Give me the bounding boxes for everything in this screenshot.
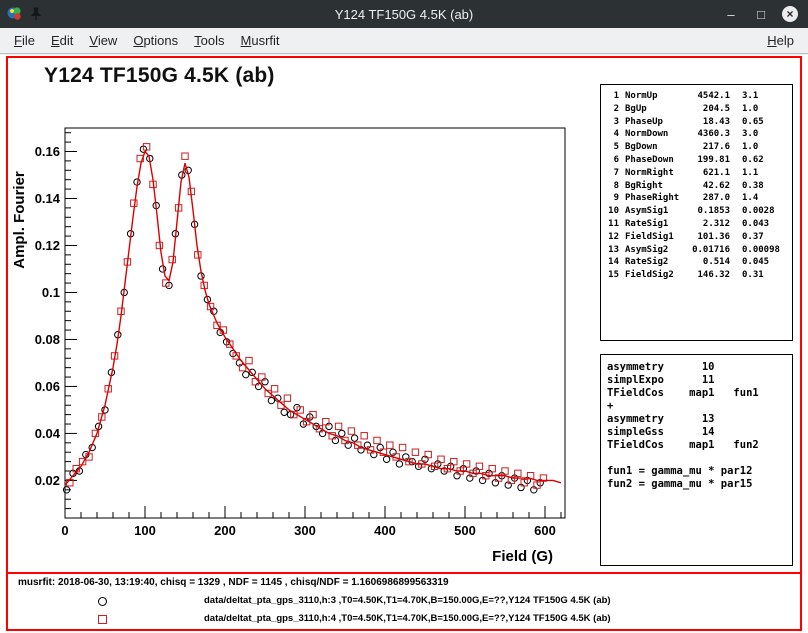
param-row: 14RateSig20.5140.045: [605, 256, 788, 269]
param-row: 13AsymSig20.017160.00098: [605, 244, 788, 257]
menu-edit[interactable]: Edit: [43, 30, 81, 51]
param-row: 6PhaseDown199.810.62: [605, 154, 788, 167]
param-row: 10AsymSig10.18530.0028: [605, 205, 788, 218]
theory-line: TFieldCos map1 fun2: [607, 439, 786, 452]
theory-line: [607, 452, 786, 465]
maximize-button[interactable]: □: [752, 5, 770, 23]
param-row: 8BgRight42.620.38: [605, 180, 788, 193]
y-tick-label: 0.12: [35, 238, 60, 253]
y-tick-label: 0.1: [42, 285, 60, 300]
param-row: 11RateSig12.3120.043: [605, 218, 788, 231]
plot-title: Y124 TF150G 4.5K (ab): [44, 64, 275, 88]
parameter-pane: 1NormUp4542.13.12BgUp204.51.03PhaseUp18.…: [600, 84, 793, 341]
close-button[interactable]: ×: [782, 6, 798, 22]
plot-area[interactable]: 0 100 200 300 400 500 600 0.02 0.04 0.06 0.08 0.1 0.…: [8, 102, 598, 576]
menubar: FileEditViewOptionsToolsMusrfit Help: [0, 28, 808, 54]
param-row: 12FieldSig1101.360.37: [605, 231, 788, 244]
titlebar[interactable]: Y124 TF150G 4.5K (ab) – □ ×: [0, 0, 808, 28]
param-row: 5BgDown217.61.0: [605, 141, 788, 154]
menu-tools[interactable]: Tools: [186, 30, 232, 51]
window-title: Y124 TF150G 4.5K (ab): [0, 7, 808, 22]
pin-icon[interactable]: [30, 7, 42, 21]
menu-help[interactable]: Help: [759, 30, 802, 51]
param-row: 7NormRight621.11.1: [605, 167, 788, 180]
y-tick-label: 0.16: [35, 144, 60, 159]
circle-marker-icon: [98, 597, 107, 606]
y-tick-label: 0.14: [35, 191, 61, 206]
legend-label: data/deltat_pta_gps_3110,h:4 ,T0=4.50K,T…: [204, 613, 611, 624]
param-row: 3PhaseUp18.430.65: [605, 116, 788, 129]
legend-label: data/deltat_pta_gps_3110,h:3 ,T0=4.50K,T…: [204, 595, 611, 606]
theory-pane: asymmetry 10simplExpo 11TFieldCos map1 f…: [600, 354, 793, 566]
x-tick-label: 100: [134, 523, 156, 538]
param-row: 2BgUp204.51.0: [605, 103, 788, 116]
series-squares: [67, 144, 547, 489]
theory-line: +: [607, 400, 786, 413]
x-tick-label: 300: [294, 523, 316, 538]
param-row: 1NormUp4542.13.1: [605, 90, 788, 103]
theory-line: TFieldCos map1 fun1: [607, 387, 786, 400]
theory-line: asymmetry 10: [607, 361, 786, 374]
theory-line: asymmetry 13: [607, 413, 786, 426]
root-canvas[interactable]: Y124 TF150G 4.5K (ab) 0 100 200 300 400 500 60…: [0, 55, 808, 633]
y-axis-label: Ampl. Fourier: [11, 171, 28, 269]
y-tick-label: 0.06: [35, 379, 60, 394]
fit-line: [65, 152, 561, 486]
plot-frame: [65, 128, 565, 518]
fit-status-line: musrfit: 2018-06-30, 13:19:40, chisq = 1…: [18, 577, 449, 588]
y-tick-label: 0.04: [35, 426, 61, 441]
x-tick-label: 500: [454, 523, 476, 538]
x-axis-label: Field (G): [492, 548, 553, 565]
theory-line: fun2 = gamma_mu * par15: [607, 478, 786, 491]
legend-item: data/deltat_pta_gps_3110,h:4 ,T0=4.50K,T…: [8, 613, 800, 627]
theory-line: fun1 = gamma_mu * par12: [607, 465, 786, 478]
footer-separator: [8, 572, 800, 574]
x-tick-label: 0: [61, 523, 68, 538]
x-tick-label: 600: [534, 523, 556, 538]
param-row: 15FieldSig2146.320.31: [605, 269, 788, 282]
menu-musrfit[interactable]: Musrfit: [233, 30, 288, 51]
app-icon: [7, 6, 23, 22]
square-marker-icon: [98, 615, 107, 624]
param-row: 4NormDown4360.33.0: [605, 128, 788, 141]
x-tick-label: 200: [214, 523, 236, 538]
theory-line: simpleGss 14: [607, 426, 786, 439]
theory-line: simplExpo 11: [607, 374, 786, 387]
x-tick-label: 400: [374, 523, 396, 538]
minimize-button[interactable]: –: [722, 5, 740, 23]
legend-item: data/deltat_pta_gps_3110,h:3 ,T0=4.50K,T…: [8, 595, 800, 609]
y-tick-label: 0.08: [35, 332, 60, 347]
param-row: 9PhaseRight287.01.4: [605, 192, 788, 205]
menu-options[interactable]: Options: [125, 30, 186, 51]
menu-file[interactable]: File: [6, 30, 43, 51]
y-tick-label: 0.02: [35, 473, 60, 488]
canvas-frame: Y124 TF150G 4.5K (ab) 0 100 200 300 400 500 60…: [6, 56, 802, 631]
menu-view[interactable]: View: [81, 30, 125, 51]
